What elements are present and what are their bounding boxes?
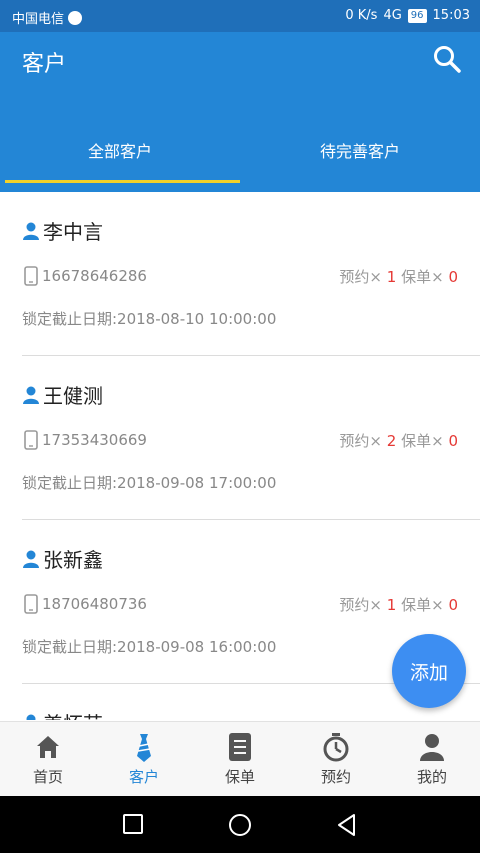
system-navigation-bar [0,796,480,853]
person-icon [23,222,39,240]
tab-profile[interactable]: 我的 [384,722,480,796]
clock: 15:03 [432,8,470,23]
customer-phone: 17353430669 [42,431,147,449]
tab-policies-label: 保单 [224,768,255,786]
tab-appointments[interactable]: 预约 [288,722,384,796]
bottom-tab-bar: 首页 客户 保单 预约 我的 [0,721,480,796]
customer-card[interactable]: 王健测 17353430669 预约× 2 保单× 0 锁定截止日期:2018-… [22,356,480,520]
tab-incomplete-customers[interactable]: 待完善客户 [240,138,480,184]
customer-phone: 18706480736 [42,595,147,613]
appointment-label: 预约× [339,432,382,450]
person-icon [420,734,444,761]
tab-profile-label: 我的 [416,768,447,786]
carrier-label: 中国电信 [12,12,65,27]
appointment-count: 2 [386,432,397,450]
add-customer-button[interactable]: 添加 [392,634,466,708]
lock-deadline: 锁定截止日期:2018-08-10 10:00:00 [22,310,277,328]
back-icon[interactable] [336,813,358,837]
tab-all-customers[interactable]: 全部客户 [0,138,240,184]
policy-label: 保单× [401,268,444,286]
net-speed: 0 K/s [345,8,378,23]
lock-deadline: 锁定截止日期:2018-09-08 16:00:00 [22,638,277,656]
appointment-count: 1 [386,268,397,286]
customer-tabs: 全部客户 待完善客户 [0,138,480,184]
status-left: 中国电信 [12,8,83,27]
customer-stats: 预约× 1 保单× 0 [339,266,458,287]
tab-policies[interactable]: 保单 [192,722,288,796]
document-icon [229,733,251,761]
person-icon [26,714,36,720]
app-header: 客户 全部客户 待完善客户 [0,32,480,192]
policy-count: 0 [448,432,458,450]
recents-icon[interactable] [122,813,144,835]
appointment-label: 预约× [339,596,382,614]
tie-icon [137,734,151,762]
customer-name: 李中言 [43,220,103,244]
policy-label: 保单× [401,432,444,450]
appointment-label: 预约× [339,268,382,286]
appointment-count: 1 [386,596,397,614]
status-right: 0 K/s 4G 96 15:03 [345,8,470,23]
tab-customers[interactable]: 客户 [96,722,192,796]
home-icon [37,736,59,758]
customer-name: 张新鑫 [43,548,103,572]
navigation-status-icon [68,10,83,25]
tab-home[interactable]: 首页 [0,722,96,796]
page-title: 客户 [22,52,67,77]
customer-stats: 预约× 1 保单× 0 [339,594,458,615]
customer-card[interactable]: 李中言 16678646286 预约× 1 保单× 0 锁定截止日期:2018-… [22,192,480,356]
policy-label: 保单× [401,596,444,614]
phone-icon [24,594,38,614]
phone-icon [24,430,38,450]
search-icon[interactable] [432,44,462,74]
tab-appointments-label: 预约 [320,768,351,786]
customer-stats: 预约× 2 保单× 0 [339,430,458,451]
policy-count: 0 [448,268,458,286]
tab-customers-label: 客户 [128,768,159,786]
lock-deadline: 锁定截止日期:2018-09-08 17:00:00 [22,474,277,492]
person-icon [23,386,39,404]
home-button-icon[interactable] [228,813,252,837]
customer-phone: 16678646286 [42,267,147,285]
customer-name: 姜怀芸 [43,708,103,720]
signal-indicator: 4G [383,8,402,23]
policy-count: 0 [448,596,458,614]
phone-icon [24,266,38,286]
stopwatch-icon [323,733,349,762]
person-icon [23,550,39,568]
tab-home-label: 首页 [32,768,63,786]
status-bar: 中国电信 0 K/s 4G 96 15:03 [0,0,480,32]
customer-name: 王健测 [43,384,103,408]
battery-indicator: 96 [407,8,427,23]
